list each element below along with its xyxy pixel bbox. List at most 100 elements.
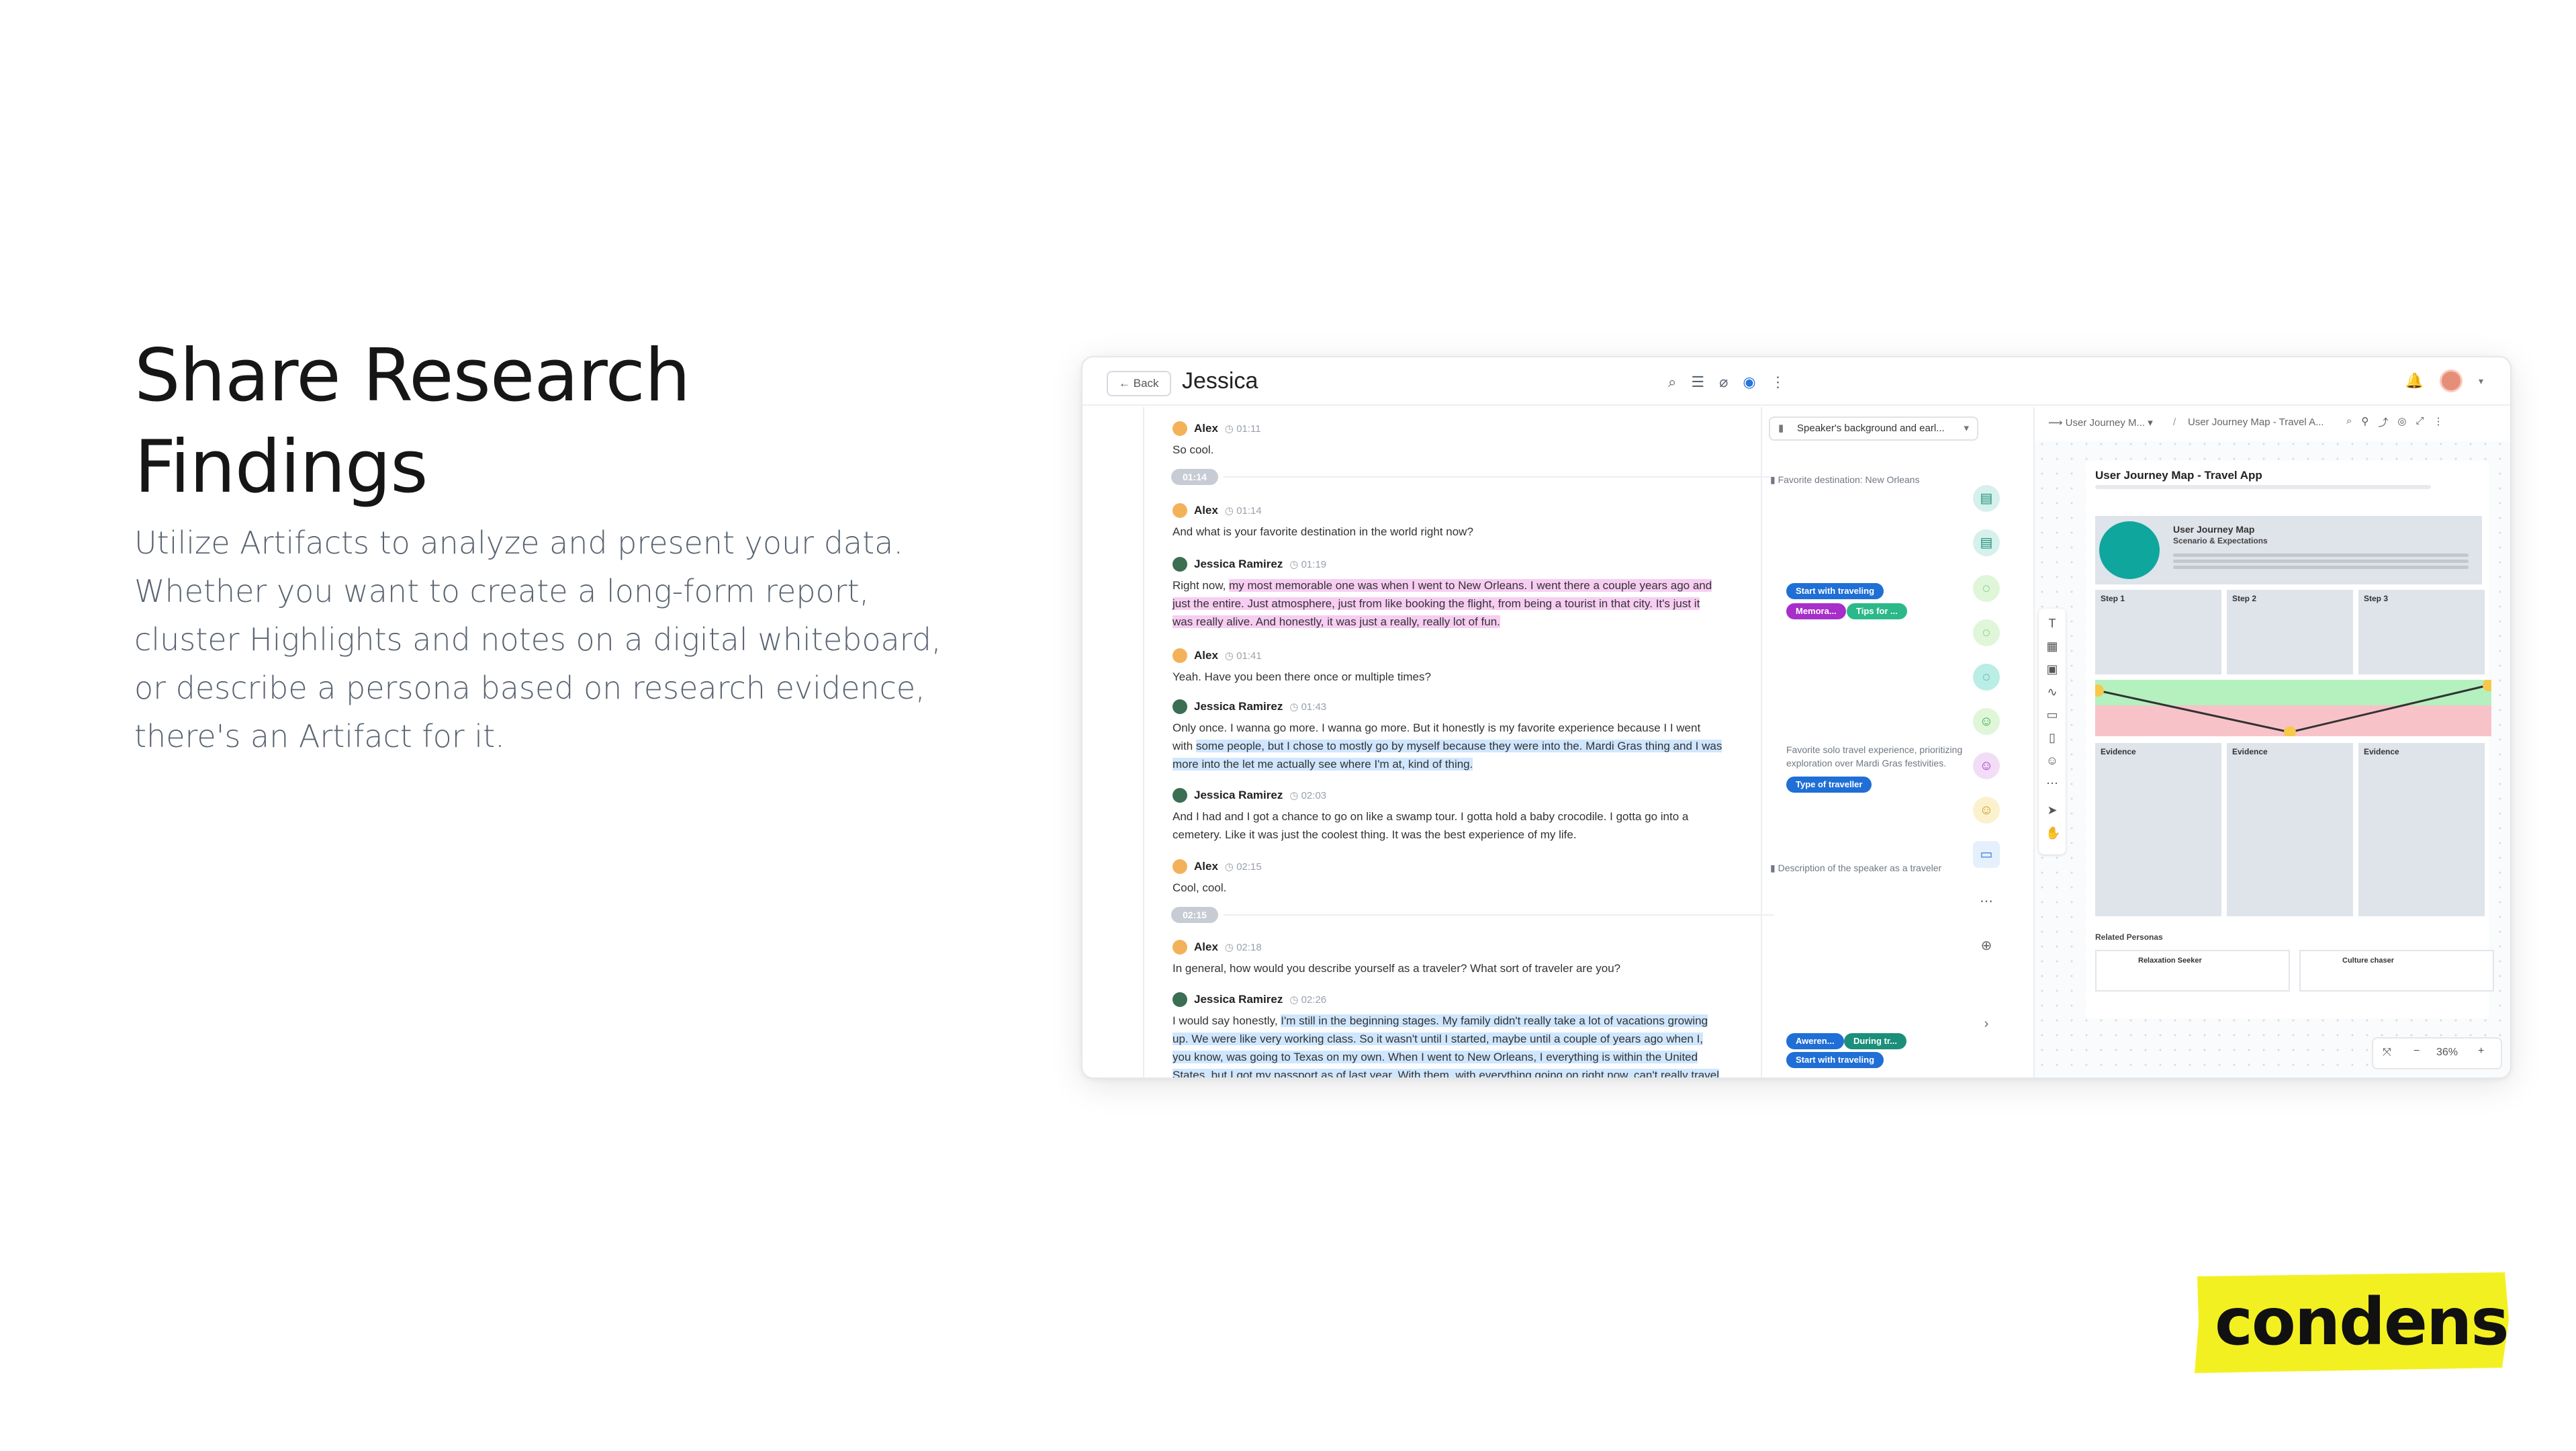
section-label: ▮ Favorite destination: New Orleans	[1770, 474, 1920, 485]
tag[interactable]: Aweren...	[1786, 1033, 1844, 1049]
share-icon[interactable]: ⤴	[2378, 415, 2388, 429]
journey-step[interactable]: Step 2	[2227, 590, 2353, 674]
speaker-name: Jessica Ramirez	[1194, 700, 1283, 713]
speaker-name: Alex	[1194, 649, 1218, 662]
topbar-icons: ⌕ ☰ ⌀ ◉ ⋮	[1668, 373, 1786, 391]
attachment-icon[interactable]: ⌀	[1719, 373, 1728, 391]
time-marker[interactable]: 02:15	[1171, 907, 1218, 923]
timestamp[interactable]: ◷ 01:43	[1289, 701, 1326, 713]
artifact-canvas[interactable]: ⟿ User Journey M... ▾ / User Journey Map…	[2033, 407, 2510, 1078]
avatar	[1172, 859, 1187, 874]
evidence-column[interactable]: Evidence	[2358, 743, 2485, 916]
speaker-name: Alex	[1194, 940, 1218, 953]
transcript-message: Jessica Ramirez ◷ 02:26 I would say hones…	[1172, 992, 1723, 1078]
tag[interactable]: Start with traveling	[1786, 583, 1884, 599]
cursor-icon[interactable]: ➤	[2045, 803, 2059, 817]
evidence-column[interactable]: Evidence	[2227, 743, 2353, 916]
document-icon[interactable]: ▤	[1973, 485, 2000, 512]
journey-step[interactable]: Step 3	[2358, 590, 2485, 674]
zoom-out-button[interactable]: −	[2413, 1045, 2420, 1057]
lightbulb-icon[interactable]: ◌	[1973, 664, 2000, 691]
hand-icon[interactable]: ✋	[2045, 826, 2060, 840]
face-icon[interactable]: ☺	[1973, 797, 2000, 824]
timestamp[interactable]: ◷ 02:26	[1289, 994, 1326, 1006]
expand-icon[interactable]: ⤢	[2416, 415, 2424, 429]
check-circle-icon[interactable]: ◉	[1743, 373, 1755, 391]
emoji-icon[interactable]: ☺	[2045, 754, 2059, 767]
related-persona-name: Culture chaser	[2342, 957, 2395, 965]
fit-screen-icon[interactable]: ⤧	[2383, 1047, 2391, 1059]
tag[interactable]: Memora...	[1786, 603, 1846, 619]
transcript-message: Jessica Ramirez ◷ 01:19 Right now, my mos…	[1172, 556, 1723, 631]
related-persona-card[interactable]: Relaxation Seeker	[2095, 950, 2290, 992]
journey-map-board[interactable]: User Journey Map - Travel App User Journ…	[2086, 461, 2495, 1018]
back-label: Back	[1133, 377, 1159, 390]
tag[interactable]: Start with traveling	[1786, 1052, 1884, 1068]
emotion-curve-graphic	[2092, 679, 2495, 738]
avatar[interactable]	[2439, 369, 2463, 392]
timestamp[interactable]: ◷ 01:14	[1225, 504, 1262, 517]
journey-step[interactable]: Step 1	[2095, 590, 2221, 674]
back-button[interactable]: ← Back	[1107, 371, 1171, 396]
face-icon[interactable]: ☺	[1973, 708, 2000, 735]
persona-card[interactable]: User Journey Map Scenario & Expectations	[2095, 516, 2482, 584]
timestamp-value: 01:43	[1301, 701, 1327, 713]
timestamp[interactable]: ◷ 01:41	[1225, 650, 1262, 662]
more-vertical-icon[interactable]: ⋮	[2434, 415, 2444, 429]
hero-description: Utilize Artifacts to analyze and present…	[134, 525, 941, 754]
tag[interactable]: Tips for ...	[1847, 603, 1907, 619]
search-icon[interactable]: ⌕	[2346, 415, 2352, 429]
timestamp[interactable]: ◷ 01:19	[1289, 558, 1326, 570]
evidence-column[interactable]: Evidence	[2095, 743, 2221, 916]
list-icon[interactable]: ☰	[1691, 373, 1704, 391]
whiteboard-icon[interactable]: ▭	[1973, 841, 2000, 868]
lightbulb-icon[interactable]: ◌	[1973, 619, 2000, 646]
comment-icon[interactable]: ▯	[2045, 731, 2059, 744]
tag[interactable]: Type of traveller	[1786, 777, 1872, 793]
pin-icon[interactable]: ⚲	[2361, 415, 2368, 429]
globe-icon[interactable]: ◎	[2397, 415, 2406, 429]
message-text: In general, how would you describe yours…	[1172, 962, 1621, 975]
document-icon[interactable]: ▤	[1973, 529, 2000, 556]
highlight[interactable]: some people, but I chose to mostly go by…	[1172, 740, 1722, 771]
timestamp[interactable]: ◷ 02:15	[1225, 861, 1262, 873]
evidence-title: Evidence	[2101, 747, 2136, 756]
sticky-note-icon[interactable]: ▭	[2045, 708, 2059, 721]
timestamp[interactable]: ◷ 01:11	[1225, 423, 1261, 435]
related-persona-card[interactable]: Culture chaser	[2299, 950, 2494, 992]
tag[interactable]: During tr...	[1844, 1033, 1906, 1049]
transcript-message: Jessica Ramirez ◷ 01:43 Only once. I wann…	[1172, 699, 1723, 773]
more-horizontal-icon[interactable]: ⋯	[1973, 888, 2000, 915]
dropdown-label: Speaker's background and earl...	[1797, 423, 1945, 434]
bell-icon[interactable]: 🔔	[2405, 372, 2424, 390]
search-icon[interactable]: ⌕	[1668, 373, 1676, 391]
message-text: Cool, cool.	[1172, 881, 1227, 894]
more-vertical-icon[interactable]: ⋮	[1771, 373, 1786, 391]
table-icon[interactable]: ▦	[2045, 640, 2059, 653]
text-icon[interactable]: T	[2045, 617, 2059, 630]
breadcrumb[interactable]: ⟿ User Journey M... ▾	[2048, 416, 2153, 429]
section-dropdown[interactable]: ▮ Speaker's background and earl... ▾	[1769, 416, 1978, 441]
evidence-title: Evidence	[2232, 747, 2268, 756]
zoom-in-button[interactable]: +	[2478, 1045, 2484, 1057]
timestamp-value: 01:19	[1301, 559, 1327, 570]
chevron-right-icon[interactable]: ›	[1973, 1010, 2000, 1037]
timestamp[interactable]: ◷ 02:18	[1225, 941, 1262, 953]
add-circle-icon[interactable]: ⊕	[1973, 932, 2000, 959]
time-marker[interactable]: 01:14	[1171, 469, 1218, 485]
face-icon[interactable]: ☺	[1973, 752, 2000, 779]
transcript-message: Jessica Ramirez ◷ 02:03 And I had and I g…	[1172, 787, 1723, 844]
breadcrumb-item[interactable]: User Journey Map - Travel A...	[2188, 416, 2324, 428]
message-text: So cool.	[1172, 443, 1214, 456]
timestamp[interactable]: ◷ 02:03	[1289, 789, 1326, 801]
more-horizontal-icon[interactable]: ⋯	[2045, 777, 2059, 790]
lightbulb-icon[interactable]: ◌	[1973, 575, 2000, 602]
message-text: I would say honestly, I'm still in the b…	[1172, 1012, 1723, 1078]
chevron-down-icon[interactable]: ▾	[2479, 376, 2483, 387]
condens-logo: condens	[2191, 1272, 2512, 1373]
image-icon[interactable]: ▣	[2045, 662, 2059, 676]
chart-icon[interactable]: ∿	[2045, 685, 2059, 699]
highlight[interactable]: my most memorable one was when I went to…	[1172, 579, 1712, 628]
transcript-message: Alex ◷ 02:15 Cool, cool.	[1172, 859, 1723, 897]
evidence-title: Evidence	[2364, 747, 2399, 756]
